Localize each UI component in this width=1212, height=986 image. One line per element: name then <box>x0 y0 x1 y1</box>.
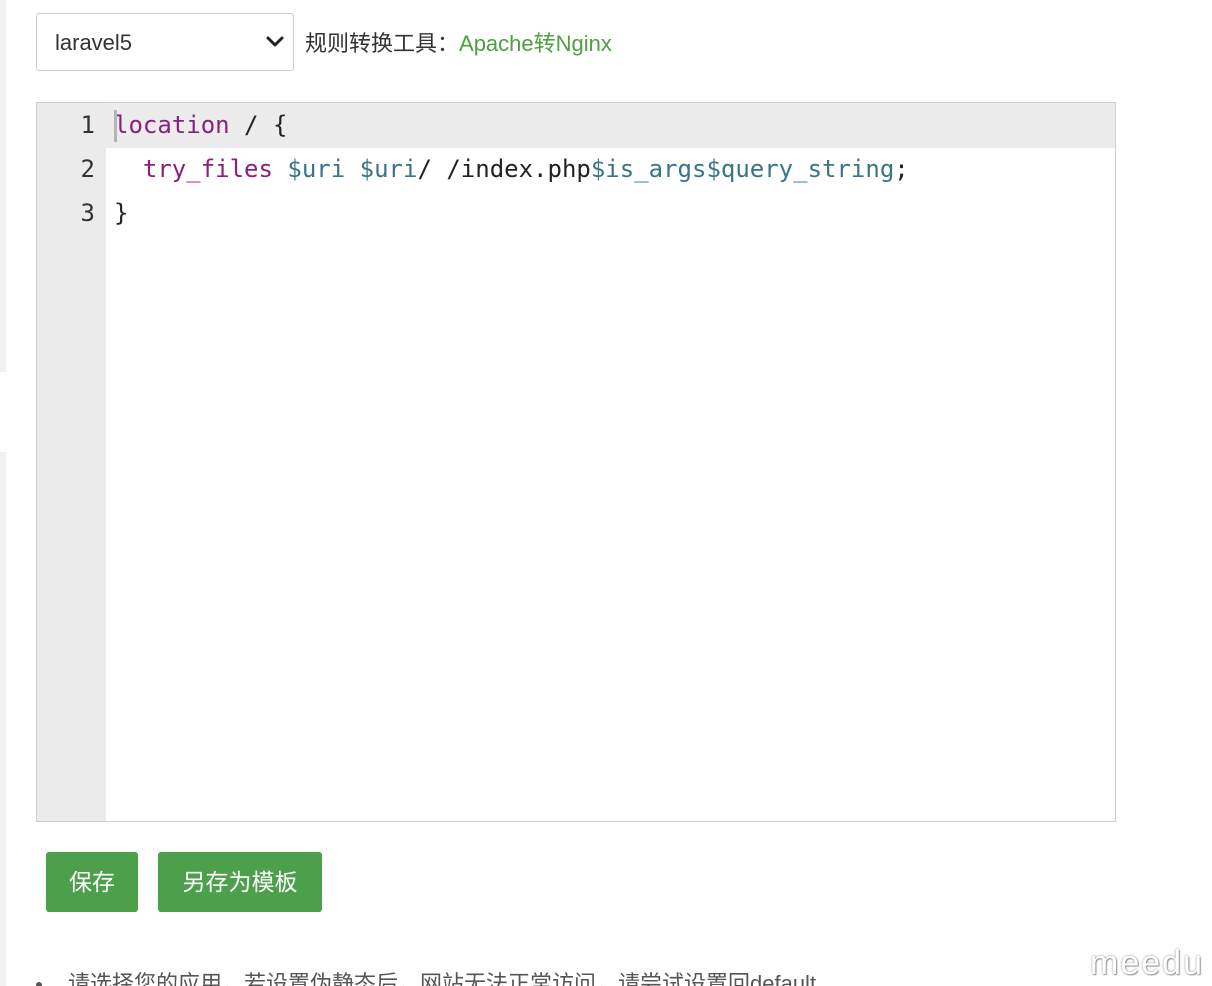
line-text[interactable]: try_files $uri $uri/ /index.php$is_args$… <box>114 147 909 191</box>
code-editor[interactable]: 1 location / {2 try_files $uri $uri/ /ind… <box>36 102 1116 822</box>
rule-toolbar: laravel5 规则转换工具： Apache转Nginx <box>36 12 612 72</box>
rewrite-settings-page: laravel5 规则转换工具： Apache转Nginx 1 location … <box>0 0 1212 986</box>
code-token-keyword: location <box>114 111 230 139</box>
code-line[interactable]: 3} <box>37 191 1115 235</box>
code-lines[interactable]: 1 location / {2 try_files $uri $uri/ /ind… <box>37 103 1115 235</box>
watermark: meedu <box>1090 944 1204 982</box>
text-cursor <box>114 110 117 142</box>
tip-text: 请选择您的应用，若设置伪静态后，网站无法正常访问，请尝试设置回default <box>68 971 817 986</box>
code-token-keyword: try_files <box>142 155 273 183</box>
code-token-plain: } <box>114 199 129 227</box>
code-token-plain: / { <box>229 111 288 139</box>
line-text[interactable]: } <box>114 191 128 235</box>
code-token-variable: $uri <box>287 155 346 183</box>
line-text[interactable]: location / { <box>114 103 287 147</box>
line-number: 3 <box>80 199 95 227</box>
code-token-variable: $uri <box>359 155 418 183</box>
apache-to-nginx-link[interactable]: Apache转Nginx <box>459 26 612 58</box>
tips-list: 请选择您的应用，若设置伪静态后，网站无法正常访问，请尝试设置回default <box>36 966 816 986</box>
converter-label: 规则转换工具： <box>305 31 460 56</box>
code-token-variable: $is_args$query_string <box>590 155 895 183</box>
save-as-template-button[interactable]: 另存为模板 <box>158 852 322 912</box>
line-number: 2 <box>80 155 95 183</box>
code-token-plain: ; <box>894 155 909 183</box>
line-number: 1 <box>80 111 95 139</box>
rule-template-select-value: laravel5 <box>55 30 133 55</box>
save-button[interactable]: 保存 <box>46 852 138 912</box>
code-token-plain: / /index.php <box>417 155 591 183</box>
rule-template-select[interactable]: laravel5 <box>36 13 294 71</box>
code-line[interactable]: 2 try_files $uri $uri/ /index.php$is_arg… <box>37 147 1115 191</box>
bullet-icon <box>36 982 42 986</box>
left-panel-edge <box>0 452 6 986</box>
code-line[interactable]: 1 location / { <box>37 103 1115 147</box>
chevron-down-icon <box>266 36 284 47</box>
left-panel-edge <box>0 0 6 372</box>
